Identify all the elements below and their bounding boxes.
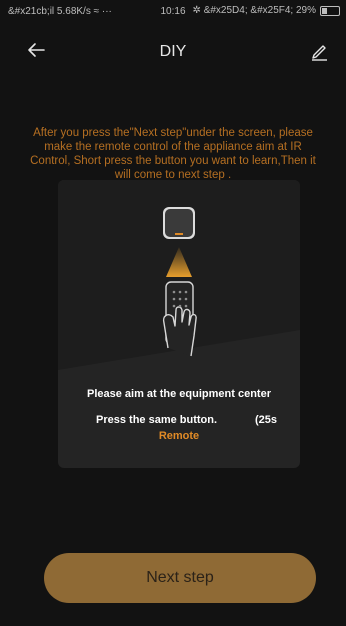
remote-aim-illustration (58, 180, 300, 370)
status-indicator-text: ✲ &#x25D4; &#x25F4; 29% (192, 5, 316, 16)
battery-icon (320, 5, 340, 16)
press-instruction: Press the same button. (96, 414, 218, 426)
next-step-button[interactable]: Next step (44, 553, 316, 603)
page-title: DIY (159, 43, 187, 60)
status-bar: &#x21cb;il 5.68K/s ≈ ··· 10:16 ✲ &#x25D4… (0, 0, 346, 24)
aim-instruction: Please aim at the equipment center (86, 388, 271, 400)
instructions-text: After you press the"Next step"under the … (30, 127, 316, 181)
countdown-timer: (25s (255, 414, 278, 426)
nav-bar: DIY (0, 30, 346, 74)
pencil-icon[interactable] (308, 40, 330, 62)
remote-label: Remote (158, 430, 200, 442)
learning-dialog: Please aim at the equipment center Press… (58, 180, 300, 468)
status-icons: ✲ &#x25D4; &#x25F4; 29% (193, 5, 340, 16)
aim-illustration (58, 180, 300, 370)
